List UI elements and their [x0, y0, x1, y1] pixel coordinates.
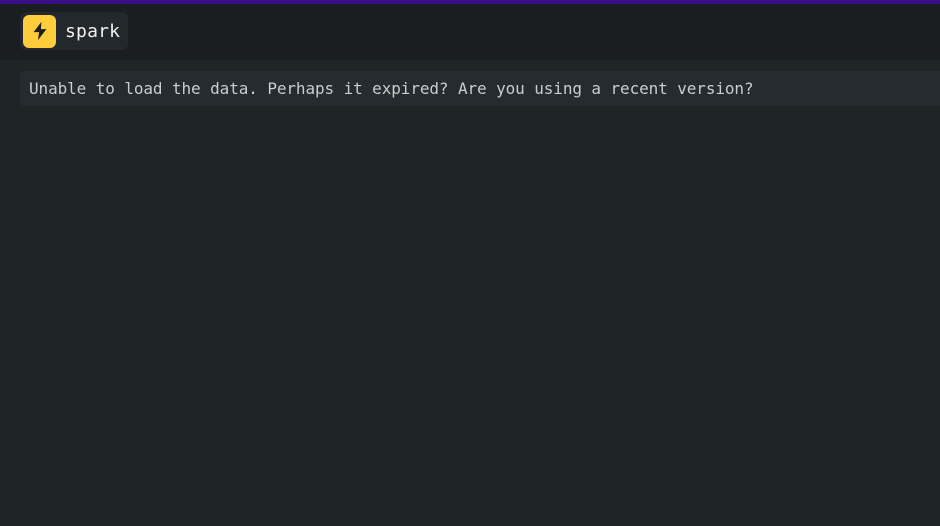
brand-home-link[interactable]: spark — [20, 12, 128, 50]
error-message-text: Unable to load the data. Perhaps it expi… — [29, 79, 754, 98]
error-message-bar: Unable to load the data. Perhaps it expi… — [20, 71, 940, 106]
lightning-bolt-icon — [33, 21, 46, 41]
lightning-bolt-icon — [23, 14, 56, 48]
header: spark — [0, 4, 940, 60]
app-name: spark — [65, 20, 121, 42]
